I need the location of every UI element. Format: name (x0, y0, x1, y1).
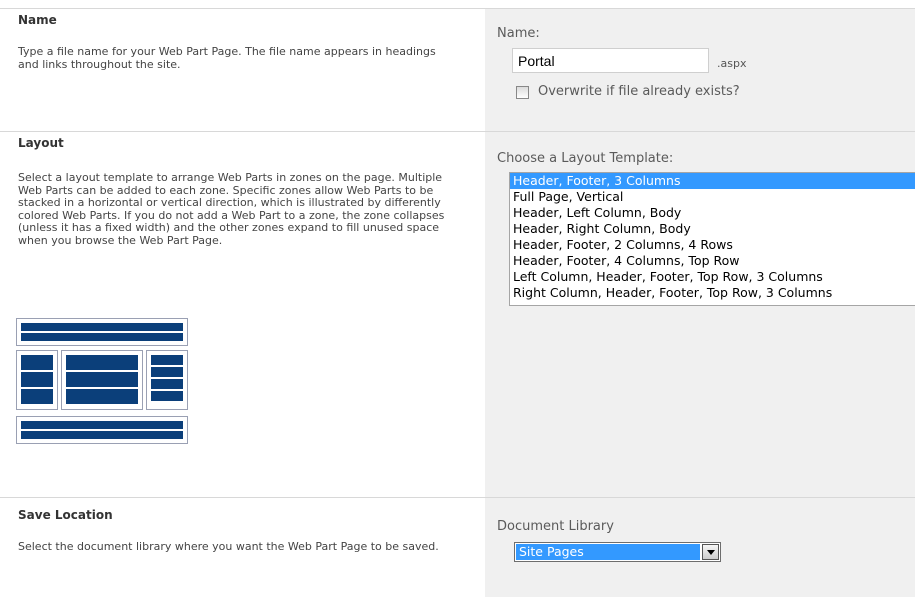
preview-right-column-zone (146, 350, 188, 410)
document-library-select[interactable]: Site Pages (514, 542, 721, 562)
name-field-label: Name: (497, 26, 540, 41)
name-section-title: Name (18, 13, 57, 27)
layout-template-option[interactable]: Header, Footer, 3 Columns (510, 173, 915, 189)
preview-footer-zone (16, 416, 188, 444)
preview-header-zone (16, 318, 188, 346)
layout-preview-diagram (16, 318, 188, 444)
layout-template-option[interactable]: Left Column, Header, Footer, Top Row, 3 … (510, 269, 915, 285)
save-location-title: Save Location (18, 508, 113, 522)
filename-input[interactable] (512, 48, 709, 73)
preview-middle-column-zone (61, 350, 143, 410)
layout-template-option[interactable]: Header, Footer, 2 Columns, 4 Rows (510, 237, 915, 253)
overwrite-checkbox[interactable] (516, 86, 529, 99)
layout-template-label: Choose a Layout Template: (497, 151, 674, 166)
save-location-fields: Document Library Site Pages (485, 498, 915, 597)
layout-template-option[interactable]: Right Column, Header, Footer, Top Row, 3… (510, 285, 915, 301)
layout-template-option[interactable]: Full Page, Vertical (510, 189, 915, 205)
preview-left-column-zone (16, 350, 58, 410)
name-section: Name Type a file name for your Web Part … (0, 8, 915, 131)
layout-section: Layout Select a layout template to arran… (0, 131, 915, 497)
name-section-fields: Name: .aspx Overwrite if file already ex… (485, 9, 915, 131)
chevron-down-icon[interactable] (702, 544, 719, 560)
layout-section-info: Layout Select a layout template to arran… (0, 132, 484, 497)
document-library-label: Document Library (497, 519, 614, 534)
overwrite-checkbox-label[interactable]: Overwrite if file already exists? (538, 84, 740, 99)
layout-template-option[interactable]: Header, Left Column, Body (510, 205, 915, 221)
layout-template-option[interactable]: Header, Footer, 4 Columns, Top Row (510, 253, 915, 269)
name-section-description: Type a file name for your Web Part Page.… (18, 45, 436, 71)
layout-template-option[interactable]: Header, Right Column, Body (510, 221, 915, 237)
save-location-info: Save Location Select the document librar… (0, 498, 484, 597)
name-section-info: Name Type a file name for your Web Part … (0, 9, 484, 131)
layout-section-description: Select a layout template to arrange Web … (18, 171, 445, 247)
layout-section-fields: Choose a Layout Template: Header, Footer… (485, 132, 915, 497)
layout-template-listbox[interactable]: Header, Footer, 3 Columns Full Page, Ver… (509, 172, 915, 306)
layout-section-title: Layout (18, 136, 64, 150)
save-location-description: Select the document library where you wa… (18, 540, 439, 553)
save-location-section: Save Location Select the document librar… (0, 497, 915, 597)
file-extension-label: .aspx (717, 57, 747, 70)
document-library-selected-value[interactable]: Site Pages (516, 544, 700, 560)
